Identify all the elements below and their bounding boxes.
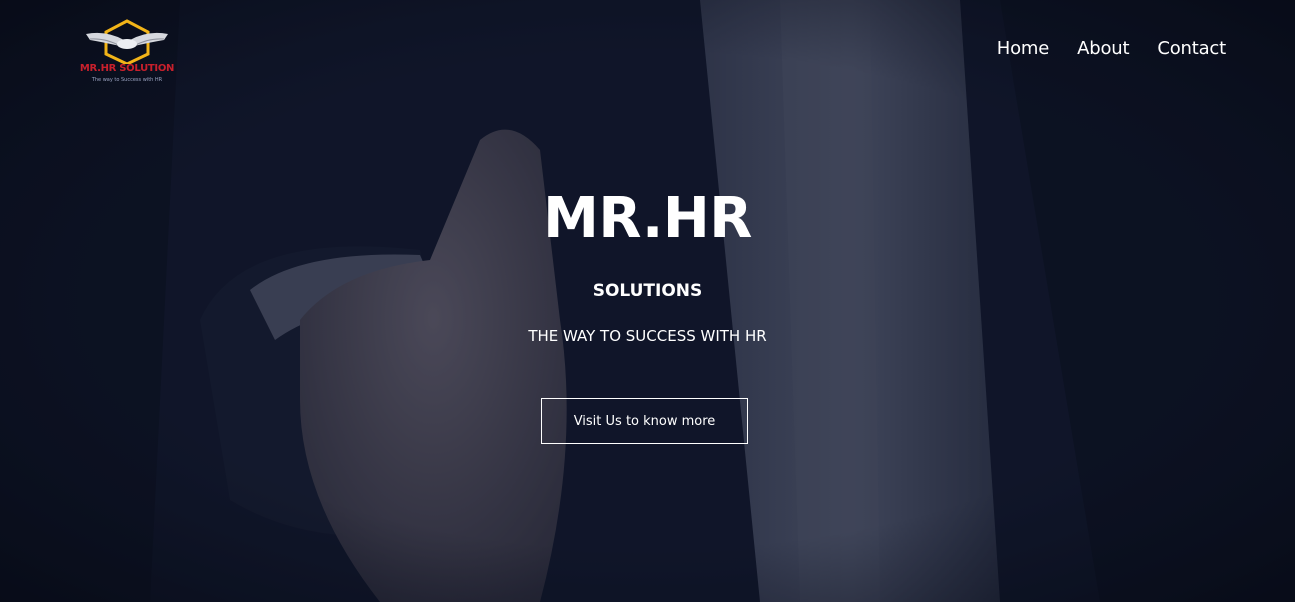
visit-us-button[interactable]: Visit Us to know more <box>541 398 748 444</box>
main-nav: Home About Contact <box>997 38 1226 59</box>
logo-tagline: The way to Success with HR <box>91 77 163 83</box>
hero-title: MR.HR <box>543 186 752 251</box>
hero-subtitle: SOLUTIONS <box>592 281 703 301</box>
hero-overlay <box>0 0 1295 602</box>
nav-home-link[interactable]: Home <box>997 38 1050 59</box>
logo-text: MR.HR SOLUTION <box>79 63 175 74</box>
handshake-wings-icon <box>86 19 168 64</box>
hero-tagline: THE WAY TO SUCCESS WITH HR <box>528 327 767 345</box>
brand-logo[interactable]: MR.HR SOLUTION The way to Success with H… <box>76 18 178 88</box>
nav-about-link[interactable]: About <box>1077 38 1129 59</box>
nav-contact-link[interactable]: Contact <box>1157 38 1226 59</box>
hero-section: MR.HR SOLUTION The way to Success with H… <box>0 0 1295 602</box>
